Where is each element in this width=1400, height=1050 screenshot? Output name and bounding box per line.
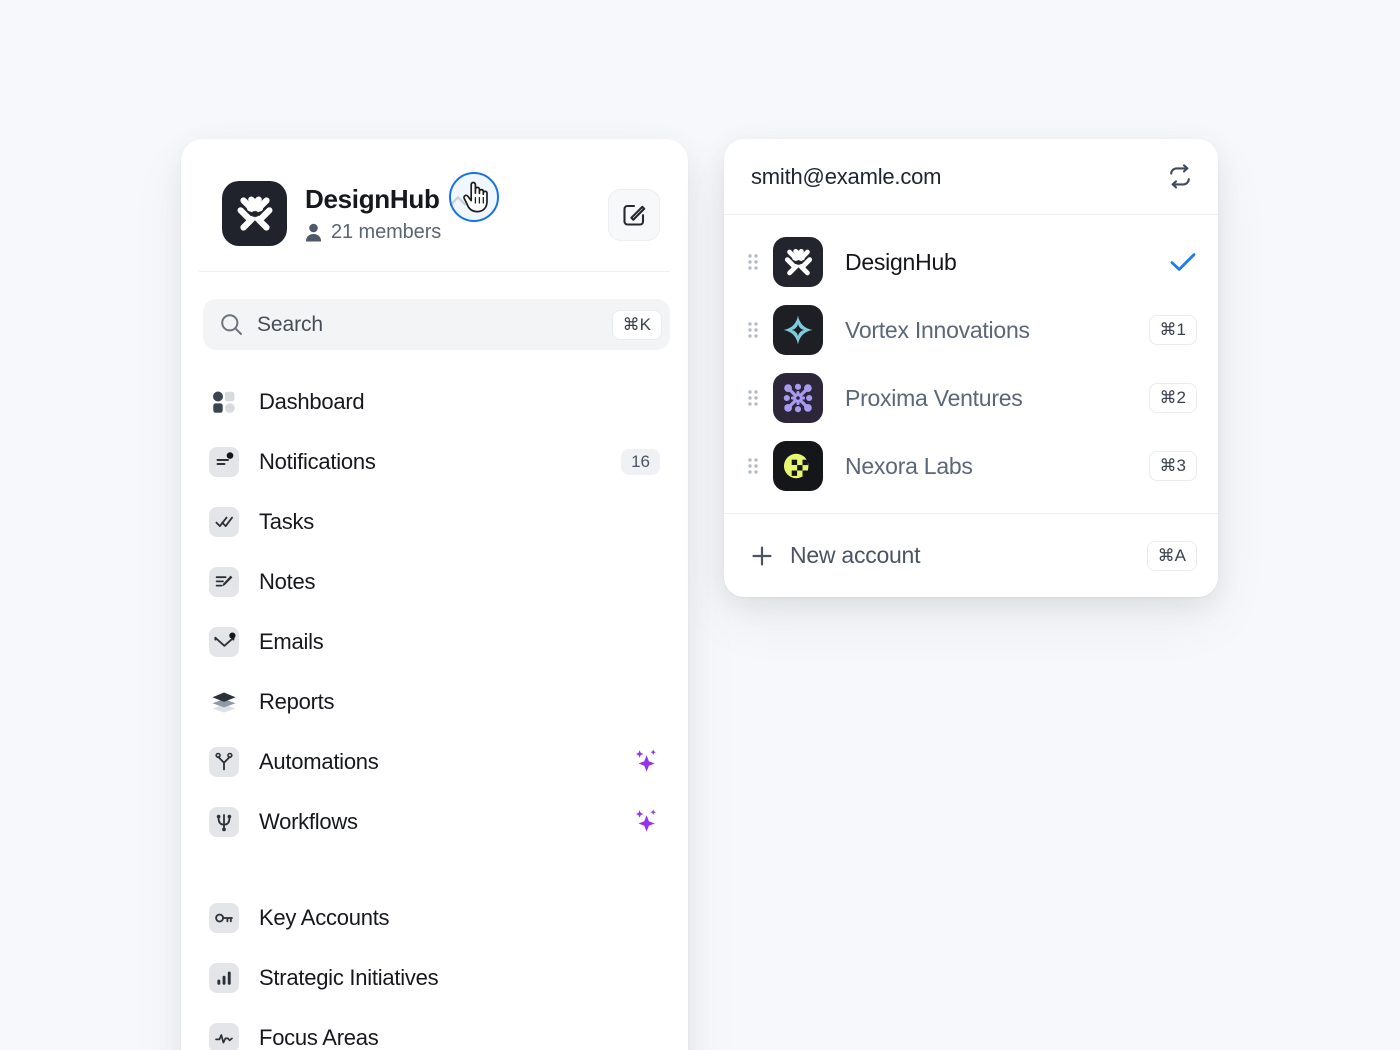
account-row[interactable]: Vortex Innovations ⌘1 [724,296,1218,364]
sidebar-item-label: Tasks [259,509,314,534]
brand-members-row: 21 members [305,221,608,244]
sidebar-nav: Dashboard Notifications 16 Tasks Notes E… [181,350,688,1050]
pointing-hand-cursor-icon [463,181,488,213]
double-check-icon [209,507,239,537]
plus-icon [752,545,772,565]
new-account-button[interactable]: New account ⌘A [724,513,1218,597]
sidebar-item-emails[interactable]: Emails [203,612,670,672]
key-icon [209,903,239,933]
nav-group-divider [203,852,670,888]
sidebar-item-focus-areas[interactable]: Focus Areas [203,1008,670,1050]
check-icon [1170,253,1196,271]
sidebar-item-label: Emails [259,629,324,654]
account-list: DesignHub Vortex Innovations ⌘1 Proxima … [724,215,1218,513]
layers-stack-icon [209,687,239,717]
sidebar-item-dashboard[interactable]: Dashboard [203,372,670,432]
notifications-list-dot-icon [209,447,239,477]
envelope-dot-icon [209,627,239,657]
drag-handle-icon[interactable] [742,384,764,412]
new-account-shortcut-badge: ⌘A [1146,540,1197,571]
sidebar-item-label: Key Accounts [259,905,390,930]
drag-handle-icon[interactable] [742,248,764,276]
note-pencil-icon [209,567,239,597]
person-icon [305,223,322,242]
account-switcher-header: smith@examle.com [724,139,1218,215]
brand-members-label: 21 members [331,220,442,243]
account-row[interactable]: Nexora Labs ⌘3 [724,432,1218,500]
pinwheel-logo-icon [784,248,812,275]
sidebar-item-notes[interactable]: Notes [203,552,670,612]
account-logo [773,305,823,355]
notifications-count-badge: 16 [621,449,660,475]
new-account-label: New account [790,542,921,568]
account-shortcut-badge: ⌘3 [1148,451,1197,481]
drag-handle-icon[interactable] [742,316,764,344]
molecule-nodes-icon [783,383,813,413]
search-icon [221,314,242,335]
compose-edit-icon [623,204,646,226]
account-logo [773,373,823,423]
account-name: Proxima Ventures [845,384,1023,411]
repeat-switch-button[interactable] [1163,160,1197,194]
sidebar-item-label: Strategic Initiatives [259,965,439,990]
header-divider [199,271,670,272]
sidebar-item-label: Workflows [259,809,358,834]
sidebar-header: DesignHub 21 members [181,139,688,246]
sidebar-item-label: Focus Areas [259,1025,379,1050]
sidebar-item-strategic-initiatives[interactable]: Strategic Initiatives [203,948,670,1008]
account-email: smith@examle.com [751,163,942,189]
sidebar-item-label: Reports [259,689,335,714]
compose-edit-button[interactable] [608,189,660,241]
dashboard-grid-icon [209,387,239,417]
pinwheel-logo-icon [236,195,273,231]
search-input[interactable]: Search [257,313,612,337]
account-shortcut-badge: ⌘1 [1148,315,1197,345]
sidebar-item-reports[interactable]: Reports [203,672,670,732]
account-row[interactable]: Proxima Ventures ⌘2 [724,364,1218,432]
four-point-star-icon [783,315,813,345]
workflow-node-icon [209,807,239,837]
account-name: DesignHub [845,248,957,275]
checker-circle-icon [783,453,809,479]
sidebar-item-automations[interactable]: Automations [203,732,670,792]
drag-handle-icon[interactable] [742,452,764,480]
sidebar-item-label: Automations [259,749,379,774]
search-shortcut-badge: ⌘K [611,309,662,340]
account-switcher-panel: smith@examle.com DesignHub Vortex Innova… [724,139,1218,597]
brand-title: DesignHub [305,184,440,214]
sidebar-item-label: Notifications [259,449,376,474]
account-row[interactable]: DesignHub [724,228,1218,296]
sidebar-item-notifications[interactable]: Notifications 16 [203,432,670,492]
account-shortcut-badge: ⌘2 [1148,383,1197,413]
sidebar-item-tasks[interactable]: Tasks [203,492,670,552]
pulse-line-icon [209,1023,239,1050]
account-name: Nexora Labs [845,452,973,479]
account-name: Vortex Innovations [845,316,1030,343]
sparkle-ai-icon [635,809,656,832]
sidebar-item-label: Notes [259,569,316,594]
bar-chart-icon [209,963,239,993]
sidebar-item-workflows[interactable]: Workflows [203,792,670,852]
repeat-switch-icon [1170,163,1190,188]
branch-fork-icon [209,747,239,777]
account-logo [773,237,823,287]
sidebar-item-label: Dashboard [259,389,365,414]
sidebar-panel: DesignHub 21 members Search ⌘K Dashboard… [181,139,688,1050]
brand-logo [222,181,287,246]
sparkle-ai-icon [635,749,656,772]
search-field[interactable]: Search ⌘K [203,299,670,350]
sidebar-item-key-accounts[interactable]: Key Accounts [203,888,670,948]
account-logo [773,441,823,491]
